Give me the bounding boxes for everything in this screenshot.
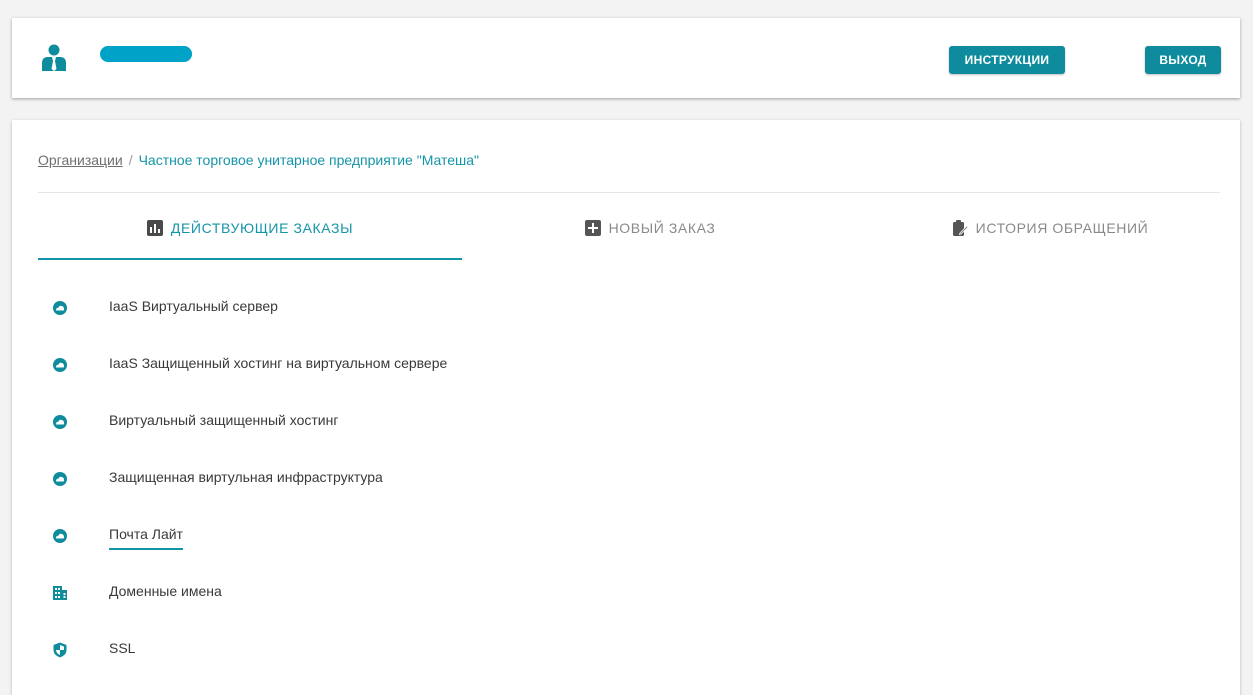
tab-label: ИСТОРИЯ ОБРАЩЕНИЙ bbox=[975, 220, 1149, 236]
list-item[interactable]: Доменные имена bbox=[52, 567, 752, 624]
list-item[interactable]: Виртуальный защищенный хостинг bbox=[52, 396, 752, 453]
list-item-label: Виртуальный защищенный хостинг bbox=[109, 412, 339, 428]
cloud-icon bbox=[53, 415, 67, 429]
plus-box-icon bbox=[584, 220, 601, 236]
bar-chart-icon bbox=[146, 220, 163, 236]
breadcrumb-separator: / bbox=[128, 152, 133, 168]
cloud-icon bbox=[53, 358, 67, 372]
list-item-label: Защищенная виртульная инфраструктура bbox=[109, 469, 383, 485]
main-panel: Организации / Частное торговое унитарное п… bbox=[12, 120, 1240, 695]
user-icon bbox=[42, 44, 66, 71]
breadcrumb: Организации / Частное торговое унитарное п… bbox=[38, 152, 479, 168]
cloud-icon bbox=[53, 472, 67, 486]
tab-request-history[interactable]: ИСТОРИЯ ОБРАЩЕНИЙ bbox=[838, 220, 1253, 258]
list-item-label: SSL bbox=[109, 640, 136, 656]
tab-new-order[interactable]: НОВЫЙ ЗАКАЗ bbox=[438, 220, 862, 258]
list-item[interactable]: Защищенная виртульная инфраструктура bbox=[52, 453, 752, 510]
exit-button[interactable]: ВЫХОД bbox=[1145, 46, 1221, 74]
cloud-icon bbox=[53, 301, 67, 315]
list-item[interactable]: IaaS Виртуальный сервер bbox=[52, 282, 752, 339]
list-item[interactable]: Почта Лайт bbox=[52, 510, 752, 567]
top-header: Администратор ИНСТРУКЦИИ ВЫХОД bbox=[12, 18, 1240, 98]
breadcrumb-organizations-link[interactable]: Организации bbox=[38, 152, 123, 168]
list-item[interactable]: IaaS Защищенный хостинг на виртуальном с… bbox=[52, 339, 752, 396]
breadcrumb-current: Частное торговое унитарное предприятие "… bbox=[138, 152, 480, 168]
tab-active-orders[interactable]: ДЕЙСТВУЮЩИЕ ЗАКАЗЫ bbox=[38, 220, 462, 258]
user-name-badge[interactable]: Администратор bbox=[100, 46, 192, 62]
services-list: IaaS Виртуальный сервер IaaS Защищенный … bbox=[52, 282, 752, 681]
clipboard-edit-icon bbox=[952, 220, 968, 236]
list-item-label: IaaS Защищенный хостинг на виртуальном с… bbox=[109, 355, 448, 371]
divider bbox=[38, 192, 1220, 193]
domain-icon bbox=[53, 586, 67, 600]
list-item-label: Почта Лайт bbox=[109, 526, 183, 550]
cloud-icon bbox=[53, 529, 67, 543]
shield-icon bbox=[53, 642, 67, 658]
tab-label: ДЕЙСТВУЮЩИЕ ЗАКАЗЫ bbox=[170, 220, 354, 236]
list-item-label: IaaS Виртуальный сервер bbox=[109, 298, 278, 314]
tab-label: НОВЫЙ ЗАКАЗ bbox=[608, 220, 716, 236]
active-tab-indicator bbox=[38, 258, 462, 260]
instructions-button[interactable]: ИНСТРУКЦИИ bbox=[949, 46, 1065, 74]
list-item[interactable]: SSL bbox=[52, 624, 752, 681]
list-item-label: Доменные имена bbox=[109, 583, 222, 599]
